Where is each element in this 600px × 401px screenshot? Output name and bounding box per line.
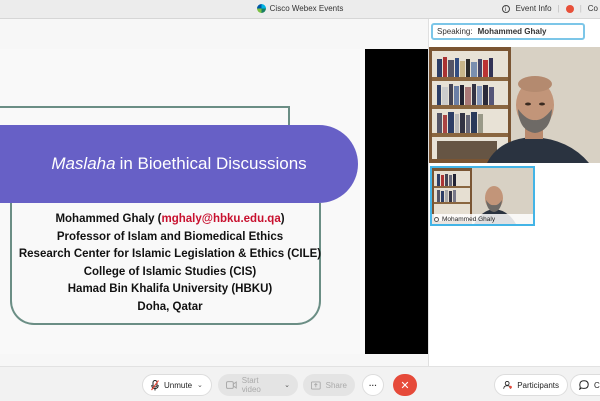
self-video-thumbnail[interactable]: Mohammed Ghaly bbox=[430, 166, 535, 226]
speaking-label: Speaking: bbox=[437, 27, 473, 36]
title-right-controls: i Event Info | | Co bbox=[501, 4, 598, 13]
webex-logo-icon bbox=[256, 4, 266, 13]
slide-line: Hamad Bin Khalifa University (HBKU) bbox=[67, 283, 273, 295]
share-screen-icon bbox=[311, 381, 321, 389]
mic-status-icon bbox=[434, 216, 439, 222]
title-bar: Cisco Webex Events i Event Info | | Co bbox=[0, 0, 600, 19]
video-camera-icon bbox=[226, 381, 237, 389]
slide-line: Doha, Qatar bbox=[137, 300, 203, 313]
speaker-video-frame bbox=[429, 47, 600, 163]
active-speaker-video[interactable] bbox=[429, 47, 600, 163]
slide-title: in Bioethical Discussions bbox=[119, 154, 307, 173]
participants-icon bbox=[503, 380, 512, 389]
thumbnail-name-tag: Mohammed Ghaly bbox=[432, 214, 533, 224]
slide-line: Professor of Islam and Biomedical Ethics bbox=[56, 230, 284, 243]
slide-line: College of Islamic Studies (CIS) bbox=[83, 265, 257, 278]
chat-label: Ch bbox=[594, 380, 600, 390]
thumbnail-participant-name: Mohammed Ghaly bbox=[442, 215, 496, 223]
presenter-name-close: ) bbox=[280, 213, 285, 225]
slide-body: Mohammed Ghaly (mghaly@hbku.edu.qa) Prof… bbox=[0, 211, 340, 316]
event-info-link[interactable]: Event Info bbox=[516, 4, 552, 13]
app-title: Cisco Webex Events bbox=[269, 4, 344, 13]
slide-title-banner: Maslaha in Bioethical Discussions bbox=[0, 125, 358, 203]
participants-button[interactable]: Participants bbox=[494, 374, 568, 396]
share-button[interactable]: Share bbox=[303, 374, 355, 396]
divider: | bbox=[557, 4, 560, 13]
presenter-line: Mohammed Ghaly (mghaly@hbku.edu.qa) bbox=[0, 211, 340, 229]
title-menu-item[interactable]: Co bbox=[588, 4, 598, 13]
presenter-email: mghaly@hbku.edu.qa bbox=[161, 213, 281, 225]
presentation-slide: Maslaha in Bioethical Discussions Mohamm… bbox=[0, 49, 365, 354]
shared-content-area: Maslaha in Bioethical Discussions Mohamm… bbox=[0, 19, 428, 366]
presenter-name: Mohammed Ghaly ( bbox=[55, 213, 162, 225]
speaker-name: Mohammed Ghaly bbox=[477, 27, 547, 36]
active-speaker-label: Speaking: Mohammed Ghaly bbox=[431, 23, 585, 40]
leave-meeting-button[interactable]: ✕ bbox=[393, 374, 417, 396]
muted-mic-icon bbox=[151, 379, 159, 390]
chevron-down-icon[interactable]: ⌄ bbox=[284, 381, 290, 389]
close-icon: ✕ bbox=[400, 379, 410, 392]
unmute-button[interactable]: Unmute ⌄ bbox=[142, 374, 212, 396]
chat-bubble-icon bbox=[579, 380, 589, 390]
slide-line: Research Center for Islamic Legislation … bbox=[18, 248, 322, 260]
more-options-icon: ··· bbox=[369, 380, 377, 390]
info-icon[interactable]: i bbox=[501, 4, 510, 13]
meeting-controls-bar: Unmute ⌄ Start video ⌄ Share ··· ✕ Parti… bbox=[0, 366, 600, 401]
chat-button[interactable]: Ch bbox=[570, 374, 600, 396]
letterbox-bar bbox=[365, 49, 428, 354]
recording-indicator-icon bbox=[565, 4, 574, 13]
start-video-label: Start video bbox=[241, 376, 261, 394]
divider: | bbox=[579, 4, 582, 13]
more-options-button[interactable]: ··· bbox=[362, 374, 384, 396]
slide-title-italic: Maslaha bbox=[51, 154, 116, 173]
chevron-down-icon[interactable]: ⌄ bbox=[197, 381, 203, 389]
unmute-label: Unmute bbox=[164, 380, 193, 390]
share-label: Share bbox=[325, 380, 347, 390]
start-video-button[interactable]: Start video ⌄ bbox=[218, 374, 298, 396]
participants-label: Participants bbox=[517, 380, 559, 390]
